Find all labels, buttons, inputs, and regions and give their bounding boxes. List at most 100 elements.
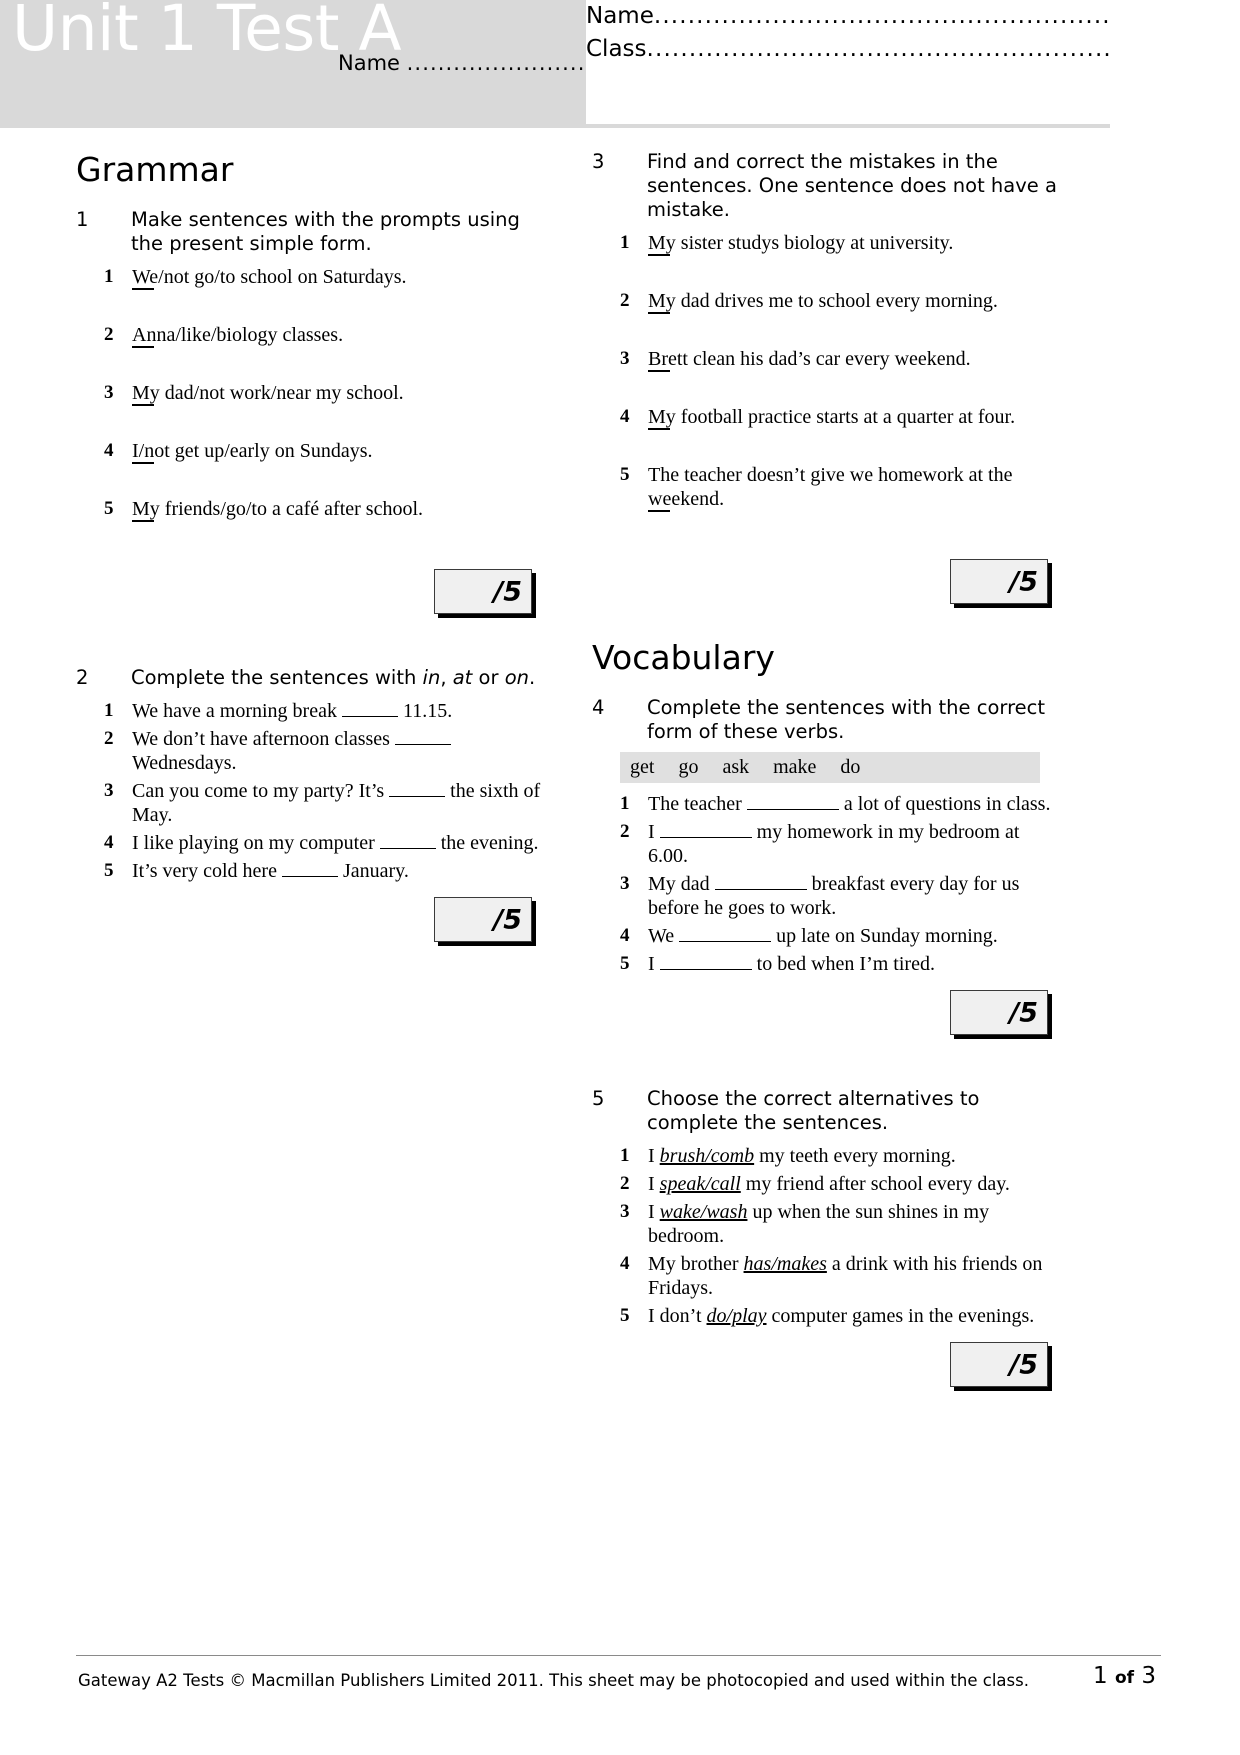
fill-blank[interactable] (659, 837, 752, 838)
exercise-4-instruction: Complete the sentences with the correct … (647, 696, 1046, 743)
item-text-after: 11.15. (397, 700, 453, 722)
answer-line[interactable] (104, 288, 541, 323)
item-text-before: I (648, 821, 660, 843)
fill-blank[interactable] (746, 809, 839, 810)
exercise-3: 3 Find and correct the mistakes in the s… (592, 150, 1057, 604)
item-text: We up late on Sunday morning. (648, 924, 1057, 948)
item-number: 3 (620, 873, 630, 894)
item-number: 1 (620, 793, 630, 814)
fill-blank[interactable] (379, 848, 436, 849)
score-box[interactable]: /5 (950, 1342, 1048, 1387)
item-text: We don’t have afternoon classes Wednesda… (132, 727, 541, 775)
answer-line[interactable] (104, 404, 541, 439)
fill-blank[interactable] (659, 969, 752, 970)
item-number: 4 (620, 925, 630, 946)
item-text: I like playing on my computer the evenin… (132, 831, 541, 855)
score-max: /5 (493, 904, 522, 935)
exercise-5-instruction: Choose the correct alternatives to compl… (647, 1087, 980, 1134)
answer-line[interactable] (620, 370, 1057, 405)
list-item: 1 We/not go/to school on Saturdays. (104, 265, 541, 289)
item-text-after: up late on Sunday morning. (771, 925, 998, 947)
item-text-after: the evening. (435, 832, 539, 854)
item-text-before: My brother (648, 1253, 744, 1275)
item-text: My dad/not work/near my school. (132, 382, 404, 404)
instr-part: or (472, 666, 505, 689)
item-text-after: my teeth every morning. (754, 1145, 956, 1167)
alternatives-choice[interactable]: brush/comb (660, 1145, 754, 1167)
answer-line[interactable] (104, 462, 541, 497)
score-max: /5 (1009, 1349, 1038, 1380)
item-number: 3 (104, 780, 114, 801)
item-text-before: I like playing on my computer (132, 832, 380, 854)
item-text: I my homework in my bedroom at 6.00. (648, 820, 1057, 868)
alternatives-choice[interactable]: has/makes (744, 1253, 827, 1275)
fill-blank[interactable] (679, 941, 772, 942)
list-item: 3 My dad breakfast every day for us befo… (620, 872, 1057, 920)
alternatives-choice[interactable]: wake/wash (660, 1201, 748, 1223)
list-item: 4 I/not get up/early on Sundays. (104, 439, 541, 463)
list-item: 5 The teacher doesn’t give we homework a… (620, 463, 1057, 511)
answer-line[interactable] (620, 510, 1057, 545)
fill-blank[interactable] (714, 889, 807, 890)
exercise-2-number: 2 (76, 666, 89, 689)
item-number: 2 (620, 290, 630, 311)
page-current: 1 (1093, 1663, 1108, 1689)
list-item: 2 My dad drives me to school every morni… (620, 289, 1057, 313)
item-number: 2 (620, 821, 630, 842)
exercise-1-heading: 1 Make sentences with the prompts using … (76, 208, 541, 256)
fill-blank[interactable] (389, 796, 446, 797)
score-box[interactable]: /5 (434, 569, 532, 614)
list-item: 5 I don’t do/play computer games in the … (620, 1304, 1057, 1328)
list-item: 5 My friends/go/to a café after school. (104, 497, 541, 521)
class-dots[interactable]: ........................................… (647, 36, 1110, 62)
item-number: 2 (104, 728, 114, 749)
item-text-before: I (648, 1145, 660, 1167)
class-field-row: Class...................................… (586, 35, 1110, 63)
exercise-2-heading: 2 Complete the sentences with in, at or … (76, 666, 541, 690)
item-text-after: computer games in the evenings. (766, 1305, 1035, 1327)
list-item: 5 I to bed when I’m tired. (620, 952, 1057, 976)
score-box[interactable]: /5 (950, 559, 1048, 604)
fill-blank[interactable] (341, 716, 398, 717)
list-item: 3 Brett clean his dad’s car every weeken… (620, 347, 1057, 371)
exercise-3-items: 1 My sister studys biology at university… (592, 231, 1057, 545)
fill-blank[interactable] (281, 876, 338, 877)
exercise-4-score-wrap: /5 (592, 990, 1057, 1035)
fill-blank[interactable] (394, 744, 451, 745)
item-number: 5 (620, 953, 630, 974)
list-item: 1 The teacher a lot of questions in clas… (620, 792, 1057, 816)
list-item: 1 My sister studys biology at university… (620, 231, 1057, 255)
answer-line[interactable] (104, 346, 541, 381)
item-text-before: I don’t (648, 1305, 707, 1327)
answer-line[interactable] (620, 312, 1057, 347)
answer-line[interactable] (620, 428, 1057, 463)
item-text: I/not get up/early on Sundays. (132, 440, 373, 462)
list-item: 1 We have a morning break 11.15. (104, 699, 541, 723)
item-number: 2 (104, 324, 114, 345)
item-text-after: to bed when I’m tired. (751, 953, 935, 975)
answer-line[interactable] (104, 520, 541, 555)
alternatives-choice[interactable]: do/play (707, 1305, 767, 1327)
right-column: 3 Find and correct the mistakes in the s… (592, 150, 1057, 1393)
item-number: 4 (620, 1253, 630, 1274)
item-text: My friends/go/to a café after school. (132, 498, 424, 520)
exercise-2-instruction: Complete the sentences with in, at or on… (131, 666, 541, 690)
name-dots[interactable]: ........................................… (654, 3, 1110, 29)
footer-copyright: Gateway A2 Tests © Macmillan Publishers … (78, 1671, 1029, 1690)
score-box[interactable]: /5 (950, 990, 1048, 1035)
score-box[interactable]: /5 (434, 897, 532, 942)
alternatives-choice[interactable]: speak/call (660, 1173, 741, 1195)
exercise-3-number: 3 (592, 150, 605, 173)
answer-line[interactable] (620, 254, 1057, 289)
item-text-after: January. (337, 860, 409, 882)
item-number: 4 (620, 406, 630, 427)
item-number: 5 (104, 498, 114, 519)
word-bank: get go ask make do (620, 752, 1040, 783)
exercise-4-heading: 4 Complete the sentences with the correc… (592, 696, 1057, 744)
item-text-before: I (648, 953, 660, 975)
instr-part-italic: in (422, 666, 441, 689)
list-item: 2 I speak/call my friend after school ev… (620, 1172, 1057, 1196)
word-bank-item: do (840, 756, 861, 778)
item-text-before: We don’t have afternoon classes (132, 728, 395, 750)
list-item: 2 Anna/like/biology classes. (104, 323, 541, 347)
